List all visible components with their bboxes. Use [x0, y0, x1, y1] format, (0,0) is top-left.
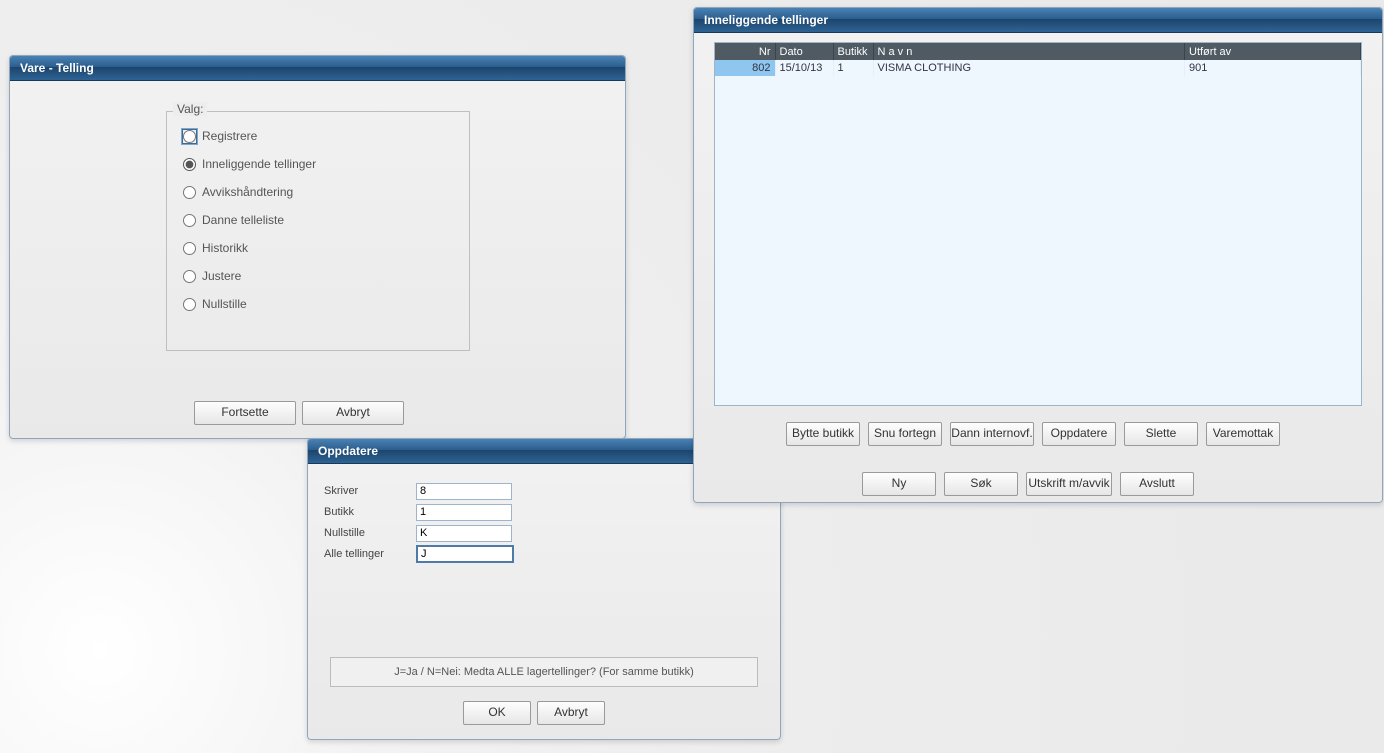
snu-fortegn-button[interactable]: Snu fortegn [868, 422, 942, 446]
table-row[interactable]: 802 15/10/13 1 VISMA CLOTHING 901 [715, 60, 1361, 76]
vare-telling-window: Vare - Telling Valg: Registrere Inneligg… [9, 55, 626, 439]
varemottak-button[interactable]: Varemottak [1206, 422, 1280, 446]
inneliggende-buttons-1: Bytte butikk Snu fortegn Dann internovf.… [786, 422, 1280, 446]
skriver-row: Skriver [324, 481, 514, 501]
radio-inneliggende[interactable] [183, 158, 196, 171]
alle-tellinger-row: Alle tellinger [324, 544, 514, 564]
option-nullstille[interactable]: Nullstille [183, 290, 469, 318]
table-header-row: Nr Dato Butikk N a v n Utført av [715, 43, 1361, 60]
option-inneliggende[interactable]: Inneliggende tellinger [183, 150, 469, 178]
radio-nullstille[interactable] [183, 298, 196, 311]
radio-historikk[interactable] [183, 242, 196, 255]
slette-button[interactable]: Slette [1124, 422, 1198, 446]
radio-danne[interactable] [183, 214, 196, 227]
radio-registrere[interactable] [183, 130, 196, 143]
vare-telling-buttons: Fortsette Avbryt [194, 401, 404, 425]
nullstille-label: Nullstille [324, 527, 416, 539]
col-nr[interactable]: Nr [715, 43, 775, 60]
nullstille-row: Nullstille [324, 523, 514, 543]
ny-button[interactable]: Ny [862, 472, 936, 496]
inneliggende-window: Inneliggende tellinger Nr Dato Butikk N … [693, 7, 1383, 503]
hint-bar: J=Ja / N=Nei: Medta ALLE lagertellinger?… [330, 657, 758, 687]
fortsette-button[interactable]: Fortsette [194, 401, 296, 425]
ok-button[interactable]: OK [463, 701, 531, 725]
bytte-butikk-button[interactable]: Bytte butikk [786, 422, 860, 446]
cell-nr: 802 [715, 60, 775, 76]
butikk-input[interactable] [416, 504, 512, 521]
option-label: Danne telleliste [202, 213, 284, 227]
oppdatere-buttons: OK Avbryt [463, 701, 605, 725]
utskrift-button[interactable]: Utskrift m/avvik [1026, 472, 1112, 496]
option-justere[interactable]: Justere [183, 262, 469, 290]
option-danne[interactable]: Danne telleliste [183, 206, 469, 234]
valg-fieldset: Valg: Registrere Inneliggende tellinger … [166, 111, 470, 351]
col-navn[interactable]: N a v n [873, 43, 1185, 60]
oppdatere-button[interactable]: Oppdatere [1042, 422, 1116, 446]
option-label: Justere [202, 269, 241, 283]
option-historikk[interactable]: Historikk [183, 234, 469, 262]
alle-tellinger-input[interactable] [416, 545, 514, 563]
dann-internovf-button[interactable]: Dann internovf. [950, 422, 1034, 446]
cell-navn: VISMA CLOTHING [873, 60, 1185, 76]
option-label: Nullstille [202, 297, 247, 311]
col-dato[interactable]: Dato [775, 43, 833, 60]
option-registrere[interactable]: Registrere [183, 122, 469, 150]
option-label: Registrere [202, 129, 257, 143]
tellinger-table[interactable]: Nr Dato Butikk N a v n Utført av 802 15/… [715, 43, 1361, 76]
alle-tellinger-label: Alle tellinger [324, 548, 416, 560]
option-label: Historikk [202, 241, 248, 255]
avbryt-button[interactable]: Avbryt [537, 701, 605, 725]
nullstille-input[interactable] [416, 525, 512, 542]
inneliggende-title: Inneliggende tellinger [694, 8, 1382, 33]
radio-avvik[interactable] [183, 186, 196, 199]
radio-justere[interactable] [183, 270, 196, 283]
col-butikk[interactable]: Butikk [833, 43, 873, 60]
avbryt-button[interactable]: Avbryt [302, 401, 404, 425]
cell-utfort: 901 [1185, 60, 1361, 76]
vare-telling-title: Vare - Telling [10, 56, 625, 81]
option-avvik[interactable]: Avvikshåndtering [183, 178, 469, 206]
inneliggende-buttons-2: Ny Søk Utskrift m/avvik Avslutt [862, 472, 1194, 496]
skriver-label: Skriver [324, 485, 416, 497]
option-label: Inneliggende tellinger [202, 157, 316, 171]
cell-butikk: 1 [833, 60, 873, 76]
col-utfort[interactable]: Utført av [1185, 43, 1361, 60]
skriver-input[interactable] [416, 483, 512, 500]
tellinger-table-wrap: Nr Dato Butikk N a v n Utført av 802 15/… [714, 42, 1362, 406]
cell-dato: 15/10/13 [775, 60, 833, 76]
butikk-row: Butikk [324, 502, 514, 522]
butikk-label: Butikk [324, 506, 416, 518]
option-label: Avvikshåndtering [202, 185, 293, 199]
sok-button[interactable]: Søk [944, 472, 1018, 496]
valg-legend: Valg: [173, 102, 207, 116]
avslutt-button[interactable]: Avslutt [1120, 472, 1194, 496]
